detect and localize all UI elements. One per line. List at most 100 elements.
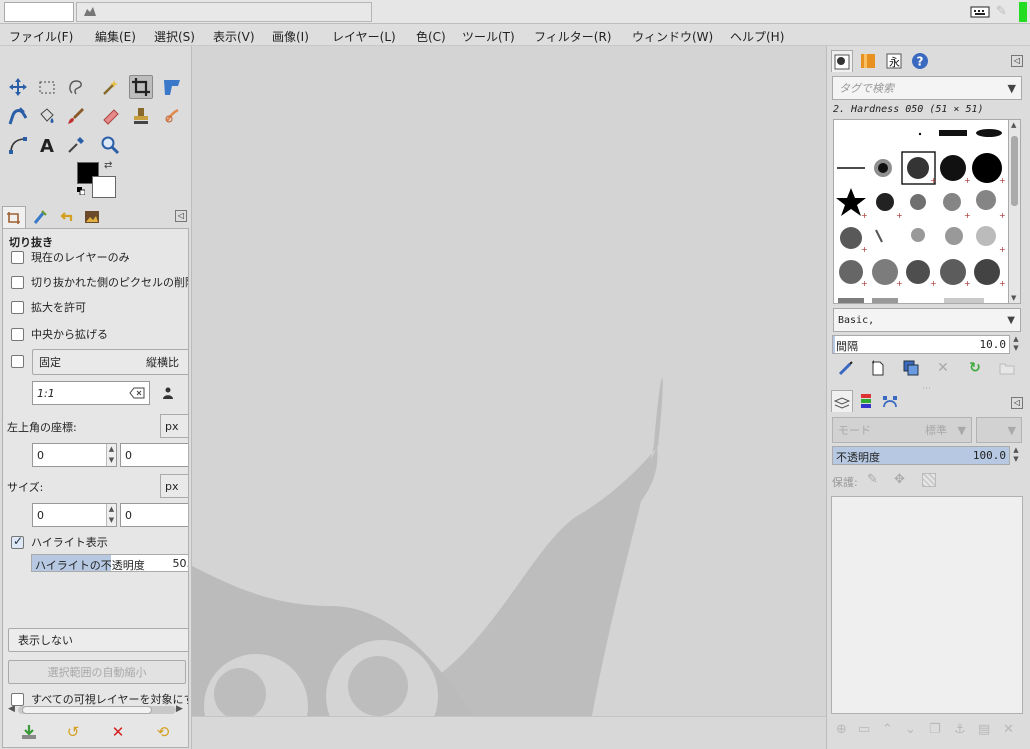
highlight-checkbox[interactable]: [11, 534, 24, 549]
brushes-menu-button[interactable]: ◁: [1011, 55, 1023, 67]
delete-brush-icon[interactable]: ✕: [933, 358, 953, 378]
delete-options-icon[interactable]: ✕: [108, 722, 128, 742]
background-color-swatch[interactable]: [92, 176, 116, 198]
position-x-spinner[interactable]: ▲ ▼: [106, 444, 116, 466]
new-brush-icon[interactable]: [868, 358, 888, 378]
layers-list[interactable]: [831, 496, 1023, 714]
edit-brush-icon[interactable]: [836, 358, 856, 378]
ratio-input[interactable]: 1:1: [32, 381, 150, 405]
reset-colors-icon[interactable]: [77, 187, 85, 195]
move-tool-icon[interactable]: [6, 75, 30, 99]
tag-search-dropdown-arrow[interactable]: ▼: [1008, 82, 1016, 95]
smudge-tool-icon[interactable]: [160, 104, 184, 128]
current-layer-only-row[interactable]: 現在のレイヤーのみ: [11, 249, 130, 265]
tab-layers[interactable]: [831, 390, 853, 412]
menu-windows[interactable]: ウィンドウ(W): [632, 28, 713, 45]
swap-colors-icon[interactable]: ⇄: [104, 160, 116, 172]
tab-brushes[interactable]: [831, 50, 853, 72]
allow-growing-row[interactable]: 拡大を許可: [11, 299, 86, 315]
brush-preset-dropdown-arrow[interactable]: ▼: [1007, 315, 1015, 326]
open-brush-as-image-icon[interactable]: [997, 358, 1017, 378]
tab-device-status[interactable]: [28, 206, 52, 228]
guides-combo[interactable]: 表示しない: [8, 628, 188, 652]
tab-channels[interactable]: [855, 390, 877, 412]
reset-options-icon[interactable]: ⟲: [153, 722, 173, 742]
tab-images[interactable]: [80, 206, 104, 228]
menu-select[interactable]: 選択(S): [154, 28, 195, 45]
color-picker-tool-icon[interactable]: [64, 133, 88, 157]
delete-cropped-pixels-checkbox[interactable]: [11, 275, 24, 289]
brush-spacing-slider[interactable]: 間隔 10.0: [832, 335, 1010, 354]
layer-opacity-spinner[interactable]: ▲ ▼: [1011, 446, 1021, 465]
lower-layer-icon[interactable]: ⌄: [905, 722, 916, 737]
dock-separator-grip[interactable]: ⋯: [922, 384, 931, 394]
brush-grid[interactable]: + + + + + + + + + + + + + +: [833, 119, 1009, 304]
highlight-opacity-slider[interactable]: ハイライトの不透明度 50.0: [31, 554, 188, 572]
menu-colors[interactable]: 色(C): [416, 28, 446, 45]
clone-tool-icon[interactable]: [129, 104, 153, 128]
tab-tool-options[interactable]: [2, 206, 26, 228]
brush-grid-scrollbar[interactable]: ▲ ▼: [1009, 119, 1021, 304]
warp-transform-tool-icon[interactable]: [6, 104, 30, 128]
brush-spacing-spinner[interactable]: ▲ ▼: [1011, 335, 1021, 354]
layers-menu-button[interactable]: ◁: [1011, 397, 1023, 409]
text-tool-icon[interactable]: A: [35, 133, 59, 157]
highlight-row[interactable]: ハイライト表示: [11, 534, 108, 550]
tab-paths[interactable]: [879, 390, 901, 412]
unified-transform-tool-icon[interactable]: [160, 75, 184, 99]
eraser-tool-icon[interactable]: [98, 104, 122, 128]
paths-tool-icon[interactable]: [6, 133, 30, 157]
position-x-input[interactable]: 0 ▲ ▼: [32, 443, 117, 467]
menu-layer[interactable]: レイヤー(L): [332, 28, 396, 45]
auto-shrink-button[interactable]: 選択範囲の自動縮小: [8, 660, 186, 684]
lock-alpha-icon[interactable]: [922, 473, 936, 487]
lock-pixels-icon[interactable]: ✎: [867, 472, 878, 487]
tool-options-hscrollbar[interactable]: ◀ ▶: [8, 702, 185, 716]
brush-preset-combo[interactable]: Basic, ▼: [833, 308, 1021, 332]
fuzzy-select-tool-icon[interactable]: [98, 75, 122, 99]
bucket-fill-tool-icon[interactable]: [35, 104, 59, 128]
raise-layer-icon[interactable]: ⌃: [882, 722, 893, 737]
size-width-spinner[interactable]: ▲ ▼: [106, 504, 116, 526]
crop-tool-icon[interactable]: [129, 75, 153, 99]
current-layer-only-checkbox[interactable]: [11, 250, 24, 264]
layer-mode-dropdown-arrow[interactable]: ▼: [958, 424, 966, 437]
menu-file[interactable]: ファイル(F): [9, 28, 73, 45]
new-layer-group-icon[interactable]: ▭: [858, 722, 870, 737]
tag-search-combo[interactable]: タグで検索 ▼: [832, 76, 1022, 100]
clear-field-icon[interactable]: [129, 387, 145, 399]
layer-opacity-slider[interactable]: 不透明度 100.0: [832, 446, 1010, 465]
tab-fonts[interactable]: 永: [883, 50, 905, 72]
size-width-input[interactable]: 0 ▲ ▼: [32, 503, 117, 527]
layer-composite-dropdown-arrow[interactable]: ▼: [1008, 424, 1016, 437]
menu-edit[interactable]: 編集(E): [95, 28, 136, 45]
menu-image[interactable]: 画像(I): [272, 28, 309, 45]
brush-scroll-thumb[interactable]: [1011, 136, 1018, 206]
menu-view[interactable]: 表示(V): [213, 28, 255, 45]
fixed-mode-combo[interactable]: 固定 縦横比: [32, 349, 188, 375]
fixed-checkbox[interactable]: [11, 355, 24, 368]
duplicate-brush-icon[interactable]: [901, 358, 921, 378]
paintbrush-tool-icon[interactable]: [64, 104, 88, 128]
lock-position-icon[interactable]: ✥: [894, 472, 905, 487]
allow-growing-checkbox[interactable]: [11, 300, 24, 314]
new-layer-icon[interactable]: ⊕: [836, 722, 847, 737]
layer-composite-combo[interactable]: ▼: [976, 417, 1022, 443]
position-unit-combo[interactable]: px: [160, 414, 188, 438]
free-select-tool-icon[interactable]: [64, 75, 88, 99]
brush-scroll-down-arrow[interactable]: ▼: [1011, 294, 1016, 302]
scroll-thumb[interactable]: [22, 706, 152, 714]
size-unit-combo[interactable]: px: [160, 474, 188, 498]
tab-patterns[interactable]: [857, 50, 879, 72]
size-height-input[interactable]: 0: [120, 503, 188, 527]
expand-from-center-checkbox[interactable]: [11, 327, 24, 341]
tab-undo-history[interactable]: [54, 206, 78, 228]
clipboard-icon[interactable]: ✎: [996, 4, 1010, 20]
expand-from-center-row[interactable]: 中央から拡げる: [11, 326, 108, 342]
taskbar-launcher[interactable]: [4, 2, 74, 22]
rect-select-tool-icon[interactable]: [35, 75, 59, 99]
anchor-layer-icon[interactable]: ⚓: [954, 722, 966, 737]
menu-help[interactable]: ヘルプ(H): [730, 28, 784, 45]
delete-layer-icon[interactable]: ✕: [1003, 722, 1014, 737]
taskbar-gimp-task[interactable]: [76, 2, 372, 22]
